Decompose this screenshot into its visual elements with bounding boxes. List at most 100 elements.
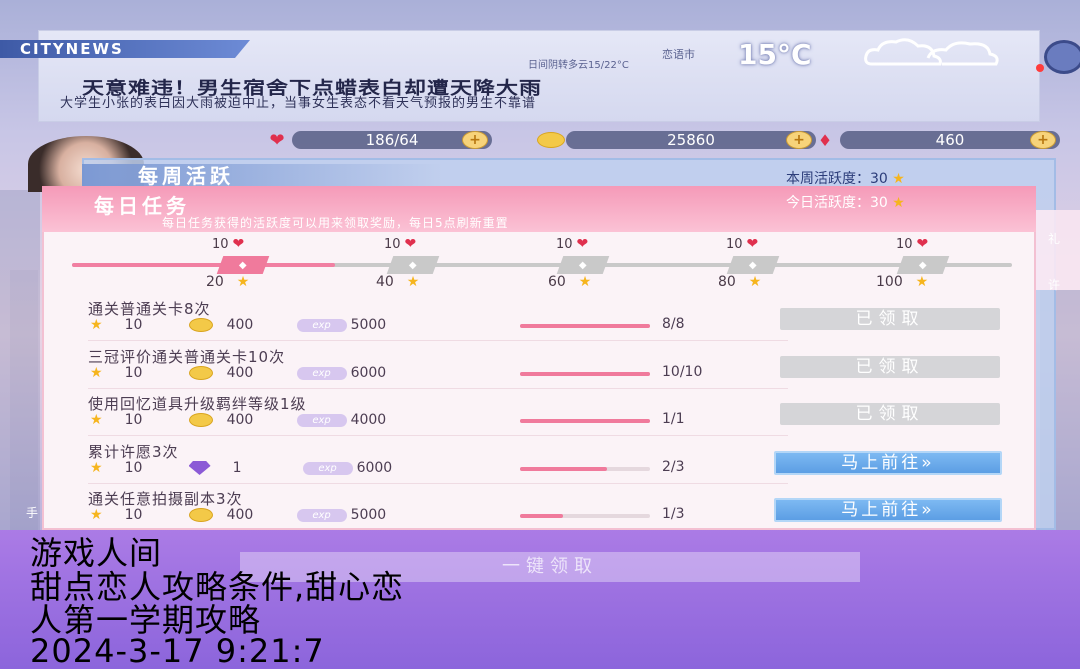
exp-icon: exp [296,318,347,332]
exp-icon: exp [296,366,347,380]
task-progress-count: 2/3 [662,459,685,475]
activity-progress-fill [72,263,335,267]
task-second-reward: 400 [226,365,254,381]
milestone-reward: 10 ❤ [556,236,588,252]
task-star-reward: 10 [124,507,143,523]
side-label-hand[interactable]: 手 [26,504,38,521]
task-progress-track [520,324,650,328]
task-progress-track [520,467,650,471]
weekly-activity: 本周活跃度：30 ★ [786,168,905,188]
task-name: 累计许愿3次 [88,443,179,461]
task-progress-count: 8/8 [662,316,685,332]
milestone-chest[interactable]: ◆ [726,256,780,274]
caption-line-1: 游戏人间 [30,534,163,572]
milestone-threshold: 40 ★ [376,274,419,290]
task-rewards: ★ 10 400 exp 5000 [90,317,386,333]
coin-icon [188,318,213,332]
task-progress-track [520,372,650,376]
task-exp-reward: 5000 [350,507,387,523]
star-icon: ★ [90,507,103,523]
add-hearts-button[interactable]: + [462,131,488,149]
claimed-button[interactable]: 已领取 [780,308,1000,330]
task-exp-reward: 6000 [350,365,387,381]
task-progress-fill [520,372,650,376]
milestone-threshold-value: 100 [876,274,903,290]
star-icon: ★ [90,460,103,476]
heart-icon: ❤ [232,236,245,252]
heart-icon: ❤ [746,236,759,252]
star-icon: ★ [90,412,103,428]
resource-coins-value: 25860 [566,131,816,149]
weekly-title[interactable]: 每周活跃 [82,164,442,188]
weather-description: 日间阴转多云15/22°C [528,60,629,71]
caption-line-2: 甜点恋人攻略条件,甜心恋 [30,568,405,606]
task-second-reward: 400 [226,412,254,428]
milestone-threshold: 80 ★ [718,274,761,290]
task-name: 使用回忆道具升级羁绊等级1级 [88,395,307,413]
weekly-activity-text: 本周活跃度：30 [786,171,888,187]
milestone-threshold: 100 ★ [876,274,928,290]
coin-icon [188,508,213,522]
task-second-reward: 400 [226,507,254,523]
task-divider [88,388,788,389]
milestone-chest[interactable]: ◆ [896,256,950,274]
coin-icon [188,366,213,380]
temperature: 15°C [738,38,812,71]
task-star-reward: 10 [124,365,143,381]
milestone-threshold-value: 40 [376,274,394,290]
task-rewards: ★ 10 400 exp 6000 [90,365,386,381]
milestone-reward: 10 ❤ [896,236,928,252]
milestone-threshold: 60 ★ [548,274,591,290]
task-second-reward: 1 [232,460,242,476]
add-coins-button[interactable]: + [786,131,812,149]
star-icon: ★ [90,365,103,381]
diamond-icon [188,461,211,475]
task-name: 通关普通关卡8次 [88,300,211,318]
milestone-reward: 10 ❤ [726,236,758,252]
milestone-threshold-value: 20 [206,274,224,290]
task-name: 通关任意拍摄副本3次 [88,490,243,508]
go-now-button[interactable]: 马上前往» [774,498,1002,522]
daily-activity-text: 今日活跃度：30 [786,195,888,211]
heart-icon: ❤ [269,129,285,151]
milestone-threshold-value: 80 [718,274,736,290]
star-icon: ★ [578,274,592,290]
exp-icon: exp [296,508,347,522]
resource-coins: 25860 + [536,131,816,149]
star-icon: ★ [748,274,762,290]
task-progress-fill [520,419,650,423]
milestone-reward-value: 10 [212,236,229,252]
star-icon: ★ [406,274,420,290]
add-diamonds-button[interactable]: + [1030,131,1056,149]
resource-diamonds: ♦ 460 + [810,131,1060,150]
claimed-button[interactable]: 已领取 [780,403,1000,425]
resource-hearts: ❤ 186/64 + [262,129,492,151]
side-tab-gift[interactable]: 礼 [1048,230,1060,247]
milestone-chest[interactable]: ◆ [556,256,610,274]
daily-description: 每日任务获得的活跃度可以用来领取奖励，每日5点刷新重置 [162,216,509,230]
side-tab-wish[interactable]: 许 [1048,276,1060,293]
star-icon: ★ [892,171,905,187]
task-progress-fill [520,514,563,518]
task-divider [88,483,788,484]
side-menu-button[interactable] [1044,40,1080,74]
milestone-chest[interactable]: ◆ [386,256,440,274]
milestone-threshold-value: 60 [548,274,566,290]
task-progress-count: 10/10 [662,364,703,380]
heart-icon: ❤ [576,236,589,252]
cloud-icon [864,38,999,66]
exp-icon: exp [296,413,347,427]
milestone-reward: 10 ❤ [212,236,244,252]
claimed-button[interactable]: 已领取 [780,356,1000,378]
milestone-reward-value: 10 [726,236,743,252]
task-exp-reward: 4000 [350,412,387,428]
go-now-button[interactable]: 马上前往» [774,451,1002,475]
daily-activity: 今日活跃度：30 ★ [786,192,905,212]
milestone-chest[interactable]: ◆ [216,256,270,274]
task-progress-track [520,419,650,423]
resource-diamonds-value: 460 [840,131,1060,149]
heart-icon: ❤ [916,236,929,252]
coin-icon [188,413,213,427]
star-icon: ★ [90,317,103,333]
task-progress-fill [520,467,607,471]
